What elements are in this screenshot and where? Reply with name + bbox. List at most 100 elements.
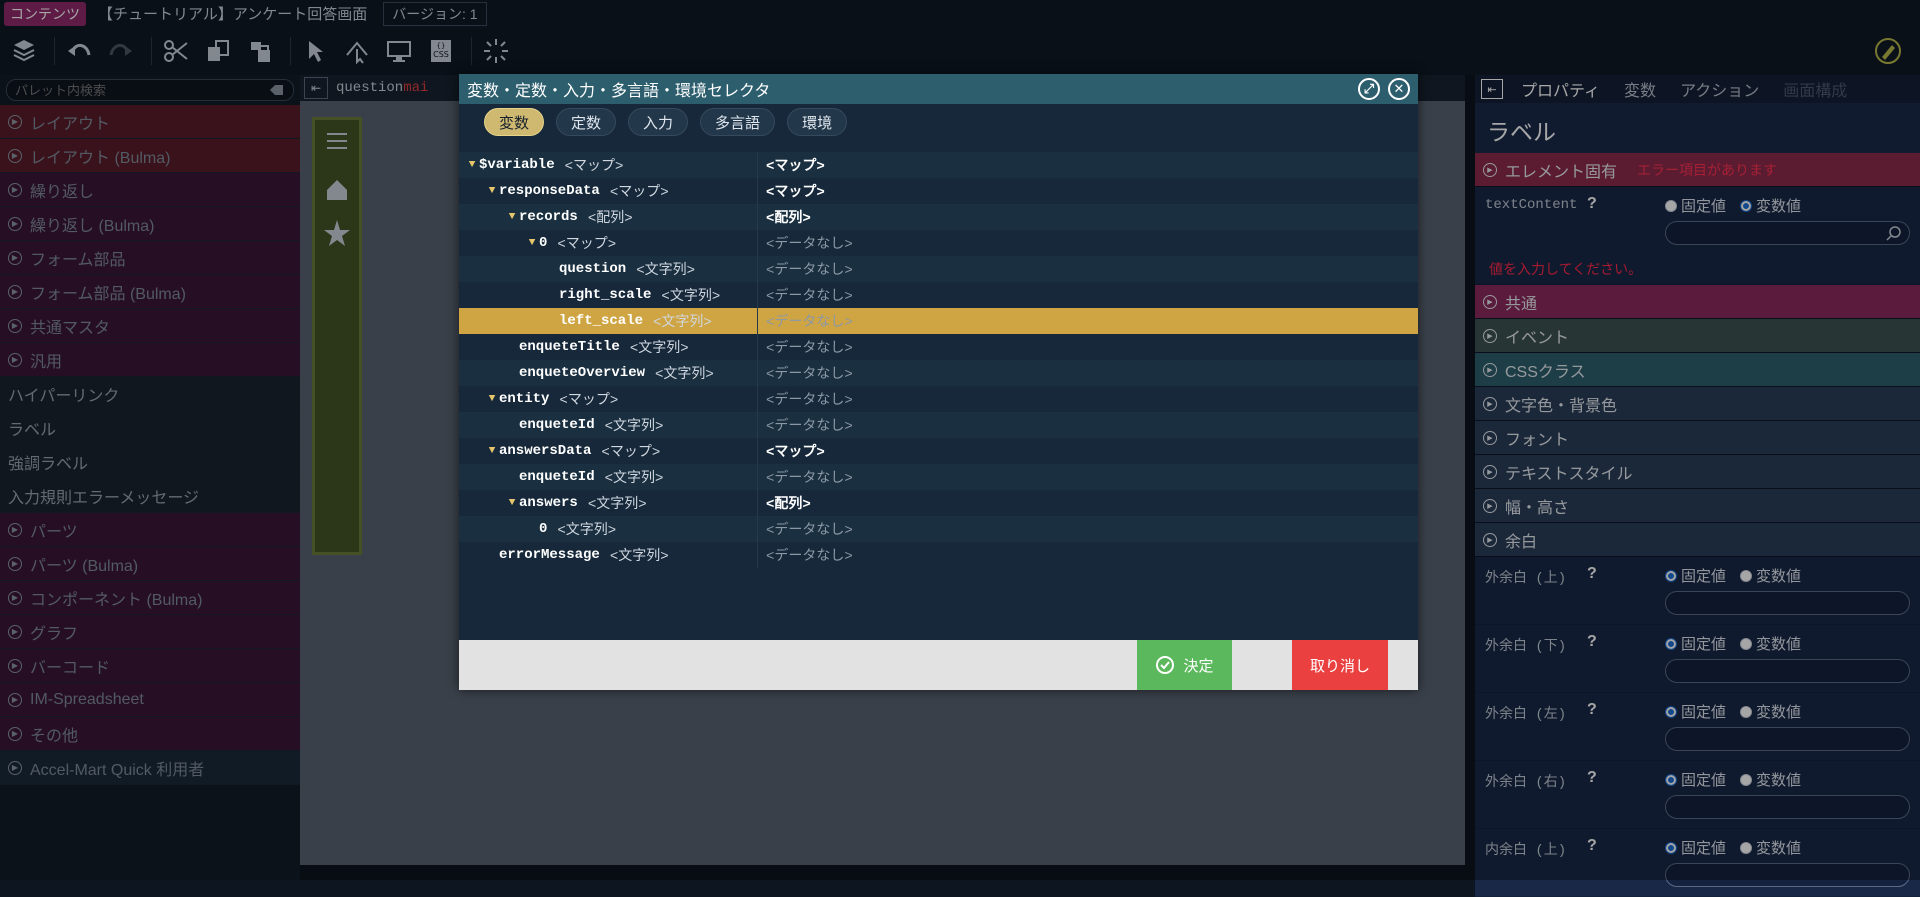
- tree-key-cell: right_scale <文字列>: [459, 282, 758, 308]
- tree-key-cell: ▼ records <配列>: [459, 204, 758, 230]
- variable-tree: ▼ $variable <マップ> <マップ> ▼ responseData <マップ> <マ…: [459, 152, 1418, 640]
- tree-key-type: <マップ>: [601, 445, 661, 461]
- check-circle-icon: [1156, 656, 1175, 674]
- tree-key-type: <文字列>: [636, 263, 696, 279]
- tree-key-cell: question <文字列>: [459, 256, 758, 282]
- tree-row[interactable]: enqueteTitle <文字列> <データなし>: [459, 334, 1418, 360]
- tree-key-type: <マップ>: [564, 159, 624, 175]
- tree-value: <データなし>: [766, 237, 853, 253]
- tree-key-type: <文字列>: [661, 289, 721, 305]
- tree-key-name: entity: [499, 391, 550, 407]
- tree-key-cell: enqueteTitle <文字列>: [459, 334, 758, 360]
- tree-value: <マップ>: [766, 185, 825, 201]
- tree-key-cell: ▼ responseData <マップ>: [459, 178, 758, 204]
- expand-arrow-icon[interactable]: ▼: [525, 237, 539, 249]
- tree-key-name: 0: [539, 521, 548, 537]
- tree-key-name: enqueteTitle: [519, 339, 620, 355]
- tree-row[interactable]: left_scale <文字列> <データなし>: [459, 308, 1418, 334]
- tree-key-name: enqueteId: [519, 417, 595, 433]
- tree-key-type: <配列>: [587, 211, 633, 227]
- dialog-tab[interactable]: 定数: [556, 108, 617, 136]
- tree-value: <データなし>: [766, 523, 853, 539]
- tree-key-cell: enqueteId <文字列>: [459, 412, 758, 438]
- tree-key-name: responseData: [499, 183, 600, 199]
- tree-key-name: $variable: [479, 157, 555, 173]
- tree-row[interactable]: 0 <文字列> <データなし>: [459, 516, 1418, 542]
- tree-key-type: <文字列>: [609, 549, 669, 565]
- tree-key-name: left_scale: [559, 313, 644, 329]
- expand-arrow-icon[interactable]: ▼: [505, 211, 519, 223]
- tree-key-name: 0: [539, 235, 548, 251]
- tree-row[interactable]: ▼ records <配列> <配列>: [459, 204, 1418, 230]
- tree-key-name: answersData: [499, 443, 592, 459]
- tree-value: <データなし>: [766, 367, 853, 383]
- dialog-header: 変数・定数・入力・多言語・環境セレクタ ⤢ ✕: [459, 74, 1418, 104]
- tree-row[interactable]: enqueteId <文字列> <データなし>: [459, 412, 1418, 438]
- expand-arrow-icon[interactable]: ▼: [485, 393, 499, 405]
- tree-value: <データなし>: [766, 289, 853, 305]
- tree-key-type: <文字列>: [557, 523, 617, 539]
- tree-key-name: answers: [519, 495, 578, 511]
- tree-key-name: enqueteOverview: [519, 365, 646, 381]
- tree-key-type: <文字列>: [655, 367, 714, 383]
- dialog-header-icons: ⤢ ✕: [1358, 78, 1410, 100]
- tree-row[interactable]: enqueteOverview <文字列> <データなし>: [459, 360, 1418, 386]
- expand-arrow-icon[interactable]: ▼: [465, 159, 479, 171]
- tree-key-type: <文字列>: [604, 419, 664, 435]
- tree-key-cell: ▼ answersData <マップ>: [459, 438, 758, 464]
- tree-key-name: errorMessage: [499, 547, 600, 563]
- tree-key-cell: errorMessage <文字列>: [459, 542, 758, 568]
- dialog-tabs: 変数 定数 入力 多言語 環境: [459, 104, 1418, 140]
- tree-value: <配列>: [766, 497, 811, 513]
- dialog-title: 変数・定数・入力・多言語・環境セレクタ: [467, 83, 771, 100]
- tree-key-type: <マップ>: [559, 393, 619, 409]
- tree-row[interactable]: ▼ answersData <マップ> <マップ>: [459, 438, 1418, 464]
- tree-row[interactable]: ▼ 0 <マップ> <データなし>: [459, 230, 1418, 256]
- tree-key-cell: ▼ 0 <マップ>: [459, 230, 758, 256]
- tree-key-cell: enqueteId <文字列>: [459, 464, 758, 490]
- tree-key-cell: enqueteOverview <文字列>: [459, 360, 758, 386]
- tree-key-cell: ▼ entity <マップ>: [459, 386, 758, 412]
- dialog-tab[interactable]: 環境: [787, 108, 848, 136]
- dialog-tab[interactable]: 変数: [484, 108, 545, 136]
- tree-key-type: <文字列>: [587, 497, 647, 513]
- close-icon[interactable]: ✕: [1388, 78, 1410, 100]
- tree-row[interactable]: ▼ entity <マップ> <データなし>: [459, 386, 1418, 412]
- expand-arrow-icon[interactable]: ▼: [505, 497, 519, 509]
- tree-row[interactable]: question <文字列> <データなし>: [459, 256, 1418, 282]
- tree-key-name: question: [559, 261, 627, 277]
- tree-value: <データなし>: [766, 315, 853, 331]
- tree-value: <データなし>: [766, 341, 853, 357]
- dialog-tab[interactable]: 多言語: [700, 108, 776, 136]
- tree-key-cell: 0 <文字列>: [459, 516, 758, 542]
- tree-row[interactable]: right_scale <文字列> <データなし>: [459, 282, 1418, 308]
- tree-key-type: <文字列>: [629, 341, 689, 357]
- tree-key-name: records: [519, 209, 578, 225]
- tree-row[interactable]: ▼ responseData <マップ> <マップ>: [459, 178, 1418, 204]
- tree-value: <データなし>: [766, 393, 853, 409]
- dialog-footer: 決定 取り消し: [459, 640, 1418, 690]
- tree-value: <配列>: [766, 211, 811, 227]
- tree-value: <データなし>: [766, 263, 853, 279]
- tree-value: <データなし>: [766, 471, 853, 487]
- tree-key-cell: ▼ answers <文字列>: [459, 490, 758, 516]
- confirm-label: 決定: [1183, 657, 1214, 675]
- cancel-button[interactable]: 取り消し: [1292, 640, 1388, 690]
- tree-key-type: <文字列>: [604, 471, 664, 487]
- tree-value: <データなし>: [766, 549, 853, 565]
- tree-value: <マップ>: [766, 159, 825, 175]
- tree-key-type: <マップ>: [557, 237, 617, 253]
- tree-row[interactable]: enqueteId <文字列> <データなし>: [459, 464, 1418, 490]
- tree-row[interactable]: errorMessage <文字列> <データなし>: [459, 542, 1418, 568]
- dialog-tab[interactable]: 入力: [628, 108, 689, 136]
- tree-row[interactable]: ▼ answers <文字列> <配列>: [459, 490, 1418, 516]
- confirm-button[interactable]: 決定: [1137, 640, 1232, 690]
- expand-arrow-icon[interactable]: ▼: [485, 445, 499, 457]
- expand-window-icon[interactable]: ⤢: [1358, 78, 1380, 100]
- tree-key-type: <マップ>: [609, 185, 669, 201]
- tree-key-type: <文字列>: [653, 315, 712, 331]
- tree-key-name: enqueteId: [519, 469, 595, 485]
- expand-arrow-icon[interactable]: ▼: [485, 185, 499, 197]
- tree-row[interactable]: ▼ $variable <マップ> <マップ>: [459, 152, 1418, 178]
- selector-dialog: 変数・定数・入力・多言語・環境セレクタ ⤢ ✕ 変数 定数 入力 多言語 環境 ▼ $va…: [459, 74, 1418, 690]
